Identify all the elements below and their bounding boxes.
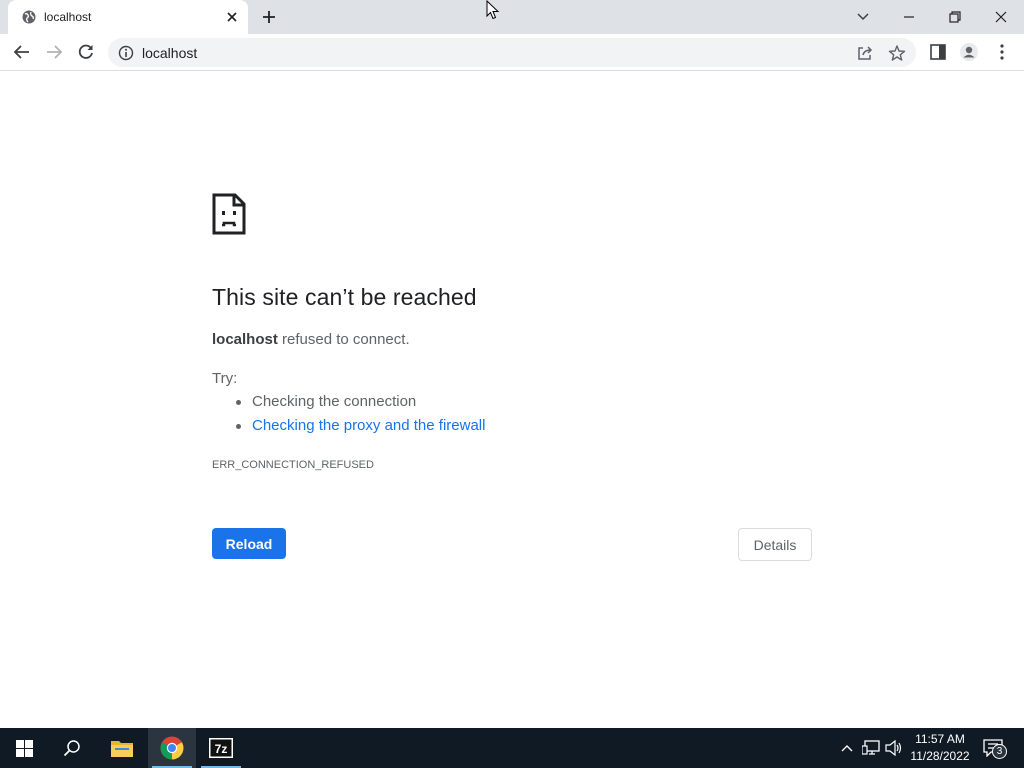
chrome-icon bbox=[160, 736, 184, 760]
show-hidden-icons-chevron-icon[interactable] bbox=[840, 741, 854, 755]
clock-time: 11:57 AM bbox=[915, 732, 965, 746]
more-menu-icon[interactable] bbox=[992, 42, 1012, 62]
mouse-cursor-icon bbox=[486, 0, 500, 20]
side-panel-icon[interactable] bbox=[928, 42, 948, 62]
taskbar-file-explorer[interactable] bbox=[98, 728, 146, 768]
proxy-firewall-link[interactable]: Checking the proxy and the firewall bbox=[252, 417, 485, 434]
close-tab-icon[interactable] bbox=[224, 9, 240, 25]
minimize-icon[interactable] bbox=[899, 7, 919, 27]
error-page: This site can’t be reached localhost ref… bbox=[0, 72, 1024, 728]
tab-search-chevron-icon[interactable] bbox=[853, 7, 873, 27]
windows-start-icon bbox=[16, 740, 33, 757]
network-icon[interactable] bbox=[862, 740, 880, 756]
suggestions-list: Checking the connection Checking the pro… bbox=[235, 393, 485, 441]
error-summary: localhost refused to connect. bbox=[212, 331, 410, 348]
forward-arrow-icon[interactable] bbox=[44, 42, 64, 62]
new-tab-icon[interactable] bbox=[260, 8, 278, 26]
info-icon[interactable] bbox=[118, 45, 134, 61]
star-icon[interactable] bbox=[888, 44, 906, 62]
file-explorer-icon bbox=[111, 741, 133, 757]
suggestion-item: Checking the connection bbox=[235, 393, 485, 417]
sad-page-icon bbox=[212, 193, 246, 235]
taskbar: 7z 11:57 AM 11/28/2022 3 bbox=[0, 728, 1024, 768]
reload-icon[interactable] bbox=[76, 42, 96, 62]
error-summary-text: refused to connect. bbox=[277, 331, 410, 348]
error-code: ERR_CONNECTION_REFUSED bbox=[212, 459, 374, 471]
details-button[interactable]: Details bbox=[738, 528, 812, 561]
error-host: localhost bbox=[212, 331, 278, 348]
restore-icon[interactable] bbox=[945, 7, 965, 27]
svg-text:7z: 7z bbox=[215, 742, 228, 756]
url-text: localhost bbox=[142, 45, 198, 61]
clock[interactable]: 11:57 AM 11/28/2022 bbox=[908, 731, 972, 765]
try-label: Try: bbox=[212, 370, 238, 387]
taskbar-7zip[interactable]: 7z bbox=[197, 728, 245, 768]
tab-title: localhost bbox=[44, 10, 92, 24]
search-icon bbox=[63, 740, 80, 757]
start-button[interactable] bbox=[0, 728, 48, 768]
taskbar-chrome[interactable] bbox=[148, 728, 196, 768]
volume-icon[interactable] bbox=[885, 740, 903, 756]
back-arrow-icon[interactable] bbox=[12, 42, 32, 62]
reload-button[interactable]: Reload bbox=[212, 528, 286, 559]
browser-toolbar: localhost bbox=[0, 34, 1024, 71]
taskbar-search-button[interactable] bbox=[48, 728, 96, 768]
7zip-icon: 7z bbox=[209, 738, 233, 758]
notification-count-badge: 3 bbox=[992, 744, 1007, 759]
share-icon[interactable] bbox=[856, 44, 874, 62]
error-heading: This site can’t be reached bbox=[212, 284, 477, 310]
profile-avatar-icon[interactable] bbox=[959, 42, 979, 62]
close-window-icon[interactable] bbox=[991, 7, 1011, 27]
tab-strip: localhost bbox=[0, 0, 1024, 34]
clock-date: 11/28/2022 bbox=[910, 749, 970, 763]
screen: localhost localhost This site can’t be r… bbox=[0, 0, 1024, 768]
globe-icon bbox=[22, 10, 36, 24]
tab-localhost[interactable]: localhost bbox=[8, 0, 248, 34]
suggestion-item: Checking the proxy and the firewall bbox=[235, 417, 485, 441]
address-bar[interactable]: localhost bbox=[108, 38, 916, 67]
